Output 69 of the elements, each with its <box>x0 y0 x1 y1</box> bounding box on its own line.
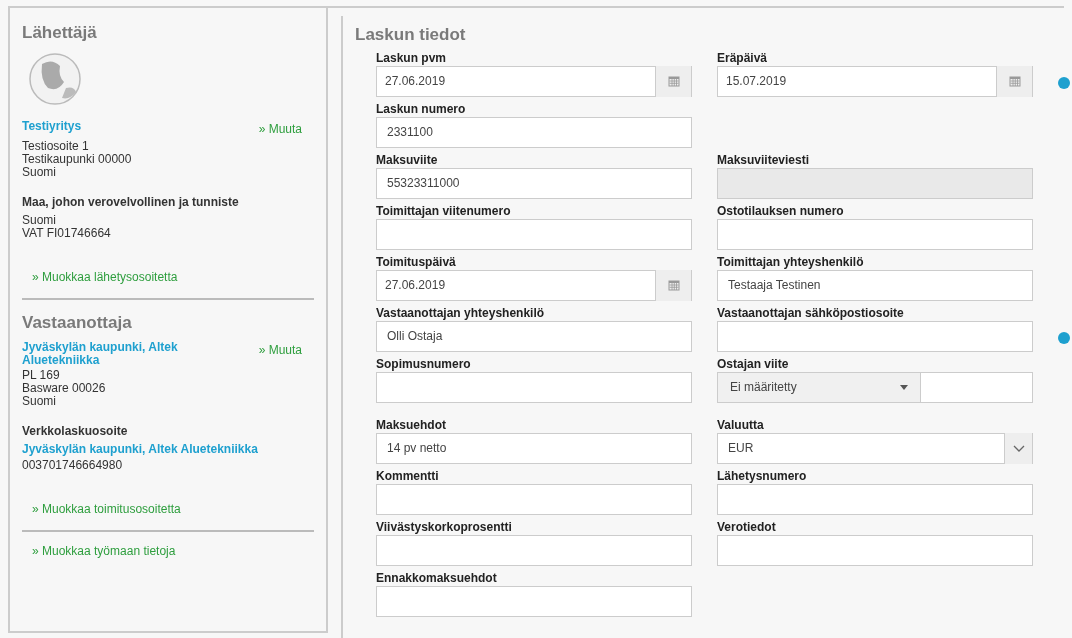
address-line: Testikaupunki 00000 <box>22 152 133 166</box>
input-field[interactable]: Testaaja Testinen <box>717 269 1033 301</box>
calendar-button[interactable] <box>655 269 691 301</box>
dropdown-button[interactable]: Ei määritetty <box>717 371 921 403</box>
company-name: Jyväskylän kaupunki, Altek Aluetekniikka <box>22 341 179 367</box>
date-field[interactable]: 15.07.2019 <box>717 65 1033 97</box>
input-field[interactable] <box>376 534 692 566</box>
input-field[interactable] <box>376 371 692 403</box>
field-label: Maksuviiteviesti <box>717 151 811 168</box>
input-field[interactable] <box>376 483 692 515</box>
chevron-down-icon <box>1012 444 1025 452</box>
input-field[interactable] <box>717 483 1033 515</box>
field-label: Vastaanottajan sähköpostiosoite <box>717 304 905 321</box>
address-line: Suomi <box>22 165 56 179</box>
einvoice-address: 003701746664980 <box>22 457 124 474</box>
field-label: Maksuviite <box>376 151 439 168</box>
company-name: Testiyritys <box>22 119 82 133</box>
tax-line: VAT FI01746664 <box>22 226 112 240</box>
input-field[interactable] <box>921 371 1033 403</box>
field-label: Viivästyskorkoprosentti <box>376 518 513 535</box>
field-label: Toimituspäivä <box>376 253 457 270</box>
input-field[interactable] <box>376 218 692 250</box>
tax-line: Suomi <box>22 213 57 227</box>
input-field[interactable] <box>376 585 692 617</box>
section-heading: Laskun tiedot <box>355 24 467 46</box>
field-label: Laskun pvm <box>376 49 448 66</box>
field-label: Toimittajan yhteyshenkilö <box>717 253 865 270</box>
info-icon[interactable] <box>1058 332 1070 344</box>
input-field[interactable]: 55323311000 <box>376 167 692 199</box>
field-label: Vastaanottajan yhteyshenkilö <box>376 304 546 321</box>
section-heading: Lähettäjä <box>22 22 98 44</box>
select-field[interactable]: EUR <box>717 432 1033 464</box>
calendar-button[interactable] <box>996 65 1032 97</box>
field-label: Eräpäivä <box>717 49 769 66</box>
field-label: Toimittajan viitenumero <box>376 202 512 219</box>
input-field[interactable] <box>717 534 1033 566</box>
field-label: Laskun numero <box>376 100 467 117</box>
address-line: Suomi <box>22 395 57 408</box>
field-label: Ostotilauksen numero <box>717 202 845 219</box>
field-label: Lähetysnumero <box>717 467 808 484</box>
field-label: Ostajan viite <box>717 355 790 372</box>
input-field[interactable] <box>717 218 1033 250</box>
field-label: Maksuehdot <box>376 416 447 433</box>
field-label: Verotiedot <box>717 518 777 535</box>
info-icon[interactable] <box>1058 77 1070 89</box>
calendar-button[interactable] <box>655 65 691 97</box>
tax-heading: Maa, johon verovelvollinen ja tunniste <box>22 193 240 211</box>
field-label: Kommentti <box>376 467 440 484</box>
einvoice-name: Jyväskylän kaupunki, Altek Aluetekniikka <box>22 443 259 456</box>
address-line: PL 169 <box>22 369 61 382</box>
section-heading: Vastaanottaja <box>22 311 133 334</box>
calendar-icon <box>1008 75 1021 87</box>
caret-icon <box>900 384 908 390</box>
calendar-icon <box>667 75 680 87</box>
input-field[interactable] <box>717 167 1033 199</box>
field-label: Sopimusnumero <box>376 355 472 372</box>
address-line: Basware 00026 <box>22 382 107 395</box>
input-field[interactable]: 2331100 <box>376 116 692 148</box>
globe-icon <box>28 51 82 106</box>
field-label: Ennakkomaksuehdot <box>376 569 498 586</box>
input-field[interactable]: 14 pv netto <box>376 432 692 464</box>
input-field[interactable]: Olli Ostaja <box>376 320 692 352</box>
address-line: Testiosoite 1 <box>22 139 90 153</box>
calendar-icon <box>667 279 680 291</box>
input-field[interactable] <box>717 320 1033 352</box>
field-label: Valuutta <box>717 416 765 433</box>
einvoice-heading: Verkkolaskuosoite <box>22 423 129 440</box>
date-field[interactable]: 27.06.2019 <box>376 269 692 301</box>
date-field[interactable]: 27.06.2019 <box>376 65 692 97</box>
